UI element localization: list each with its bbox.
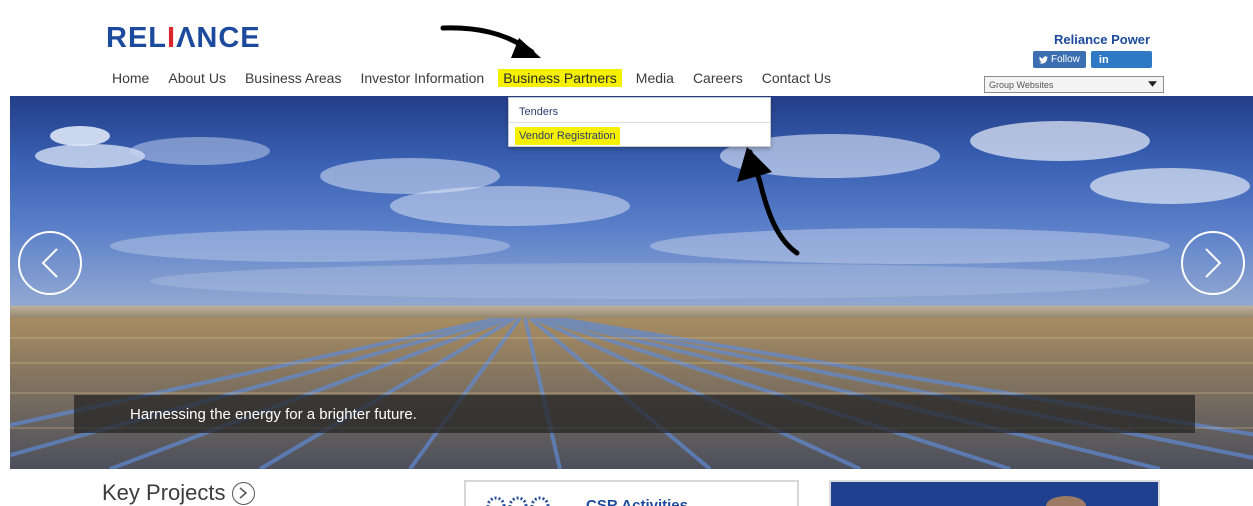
logo-text-accent: I (167, 22, 177, 54)
key-projects-label: Key Projects (102, 480, 226, 505)
linkedin-icon: in (1098, 53, 1109, 66)
main-nav: Home About Us Business Areas Investor In… (112, 67, 850, 89)
hero-caption: Harnessing the energy for a brighter fut… (130, 406, 417, 423)
nav-item-business-partners[interactable]: Business Partners (498, 69, 622, 87)
nav-item-business-areas[interactable]: Business Areas (245, 70, 342, 86)
follow-label: Follow (1051, 54, 1080, 65)
nav-item-about-us[interactable]: About Us (168, 70, 226, 86)
logo-text-part2: ΛNCE (176, 22, 261, 54)
nav-item-media[interactable]: Media (636, 70, 674, 86)
chevron-down-icon (1148, 79, 1157, 90)
nav-item-investor-information[interactable]: Investor Information (360, 70, 484, 86)
group-websites-select[interactable]: Group Websites (984, 76, 1164, 93)
nav-item-contact-us[interactable]: Contact Us (762, 70, 831, 86)
linkedin-button[interactable]: in (1090, 51, 1152, 68)
site-header: RELIΛNCE Home About Us Business Areas In… (0, 0, 1253, 96)
brand-title: Reliance Power (1054, 32, 1151, 47)
solar-panels-image (10, 318, 1253, 469)
vendor-registration-label: Vendor Registration (515, 126, 620, 145)
dropdown-divider (509, 122, 770, 123)
nav-item-careers[interactable]: Careers (693, 70, 743, 86)
group-websites-value: Group Websites (989, 79, 1054, 90)
hero-carousel: Harnessing the energy for a brighter fut… (10, 96, 1253, 469)
reliance-logo[interactable]: RELIΛNCE (106, 22, 261, 55)
carousel-next-button[interactable] (1181, 231, 1245, 295)
chevron-right-icon (231, 481, 255, 505)
business-partners-dropdown: Tenders Vendor Registration (508, 97, 771, 147)
hero-caption-bar: Harnessing the energy for a brighter fut… (74, 395, 1195, 433)
person-photo (1046, 496, 1086, 506)
chevron-left-icon (41, 248, 58, 278)
csr-logo-icon (486, 496, 550, 506)
csr-activities-card[interactable]: CSR Activities (464, 480, 799, 506)
twitter-icon (1039, 55, 1048, 64)
twitter-follow-button[interactable]: Follow (1033, 51, 1086, 68)
social-buttons: Follow in (1033, 51, 1152, 68)
promo-card[interactable] (829, 480, 1160, 506)
dropdown-item-tenders[interactable]: Tenders (509, 100, 770, 123)
nav-item-home[interactable]: Home (112, 70, 149, 86)
horizon (10, 306, 1253, 318)
csr-title: CSR Activities (586, 497, 688, 506)
chevron-right-icon (1205, 248, 1222, 278)
carousel-prev-button[interactable] (18, 231, 82, 295)
key-projects-heading[interactable]: Key Projects (102, 480, 255, 506)
logo-text-part1: REL (106, 22, 167, 54)
dropdown-item-vendor-registration[interactable]: Vendor Registration (509, 124, 770, 147)
